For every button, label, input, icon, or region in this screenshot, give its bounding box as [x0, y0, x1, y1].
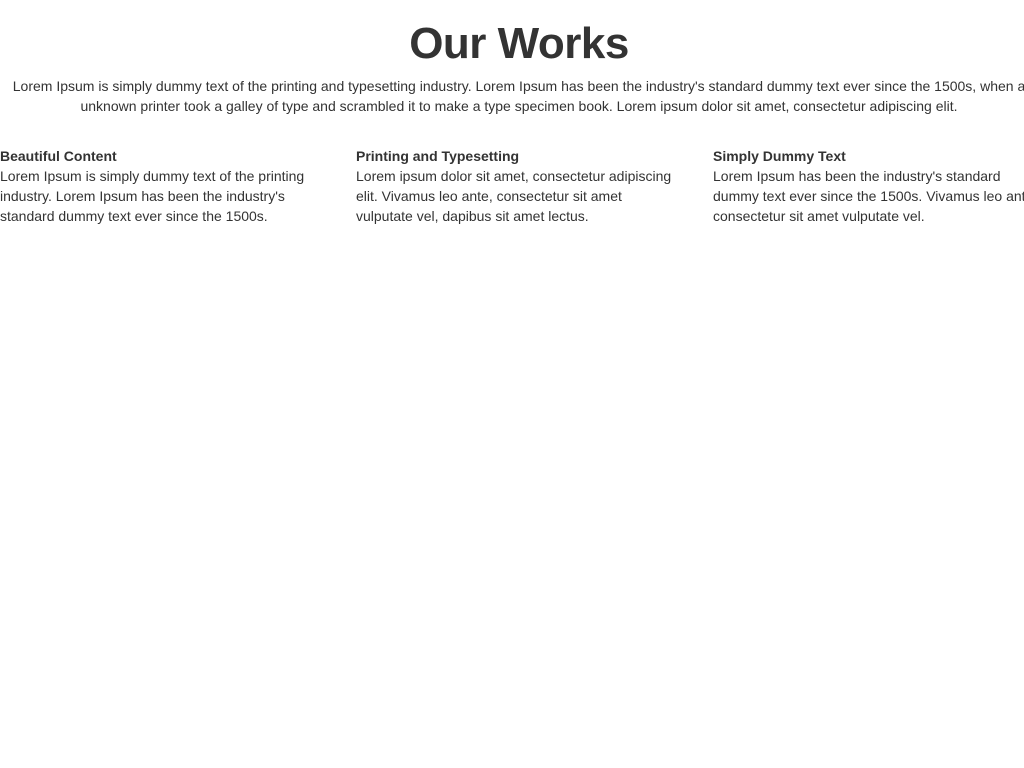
feature-title: Printing and Typesetting	[356, 148, 520, 164]
feature-description: Lorem Ipsum has been the industry's stan…	[713, 166, 1024, 226]
feature-line: Lorem Ipsum has been the industry's stan…	[713, 168, 1001, 184]
intro-line: unknown printer took a galley of type an…	[80, 98, 958, 114]
features-row: Beautiful Content Lorem Ipsum is simply …	[0, 146, 1024, 236]
feature-line: vulputate vel, dapibus sit amet lectus.	[356, 208, 589, 224]
feature-line: Lorem ipsum dolor sit amet, consectetur …	[356, 168, 672, 184]
feature-simply-dummy-text: Simply Dummy Text Lorem Ipsum has been t…	[713, 146, 1024, 226]
feature-description: Lorem ipsum dolor sit amet, consectetur …	[356, 166, 671, 226]
feature-beautiful-content: Beautiful Content Lorem Ipsum is simply …	[0, 146, 304, 226]
feature-line: elit. Vivamus leo ante, consectetur sit …	[356, 188, 622, 204]
feature-line: dummy text ever since the 1500s. Vivamus…	[713, 188, 1024, 204]
our-works-section: Our Works Lorem Ipsum is simply dummy te…	[0, 0, 1024, 768]
feature-title: Beautiful Content	[0, 148, 117, 164]
intro-line: Lorem Ipsum is simply dummy text of the …	[12, 78, 1024, 94]
feature-printing-and-typesetting: Printing and Typesetting Lorem ipsum dol…	[356, 146, 671, 226]
feature-title: Simply Dummy Text	[713, 148, 846, 164]
feature-line: industry. Lorem Ipsum has been the indus…	[0, 188, 285, 204]
feature-line: Lorem Ipsum is simply dummy text of the …	[0, 168, 305, 184]
feature-description: Lorem Ipsum is simply dummy text of the …	[0, 166, 304, 226]
feature-line: consectetur sit amet vulputate vel.	[713, 208, 925, 224]
feature-line: standard dummy text ever since the 1500s…	[0, 208, 268, 224]
page-title: Our Works	[409, 19, 629, 68]
intro-paragraph: Lorem Ipsum is simply dummy text of the …	[0, 76, 1024, 116]
